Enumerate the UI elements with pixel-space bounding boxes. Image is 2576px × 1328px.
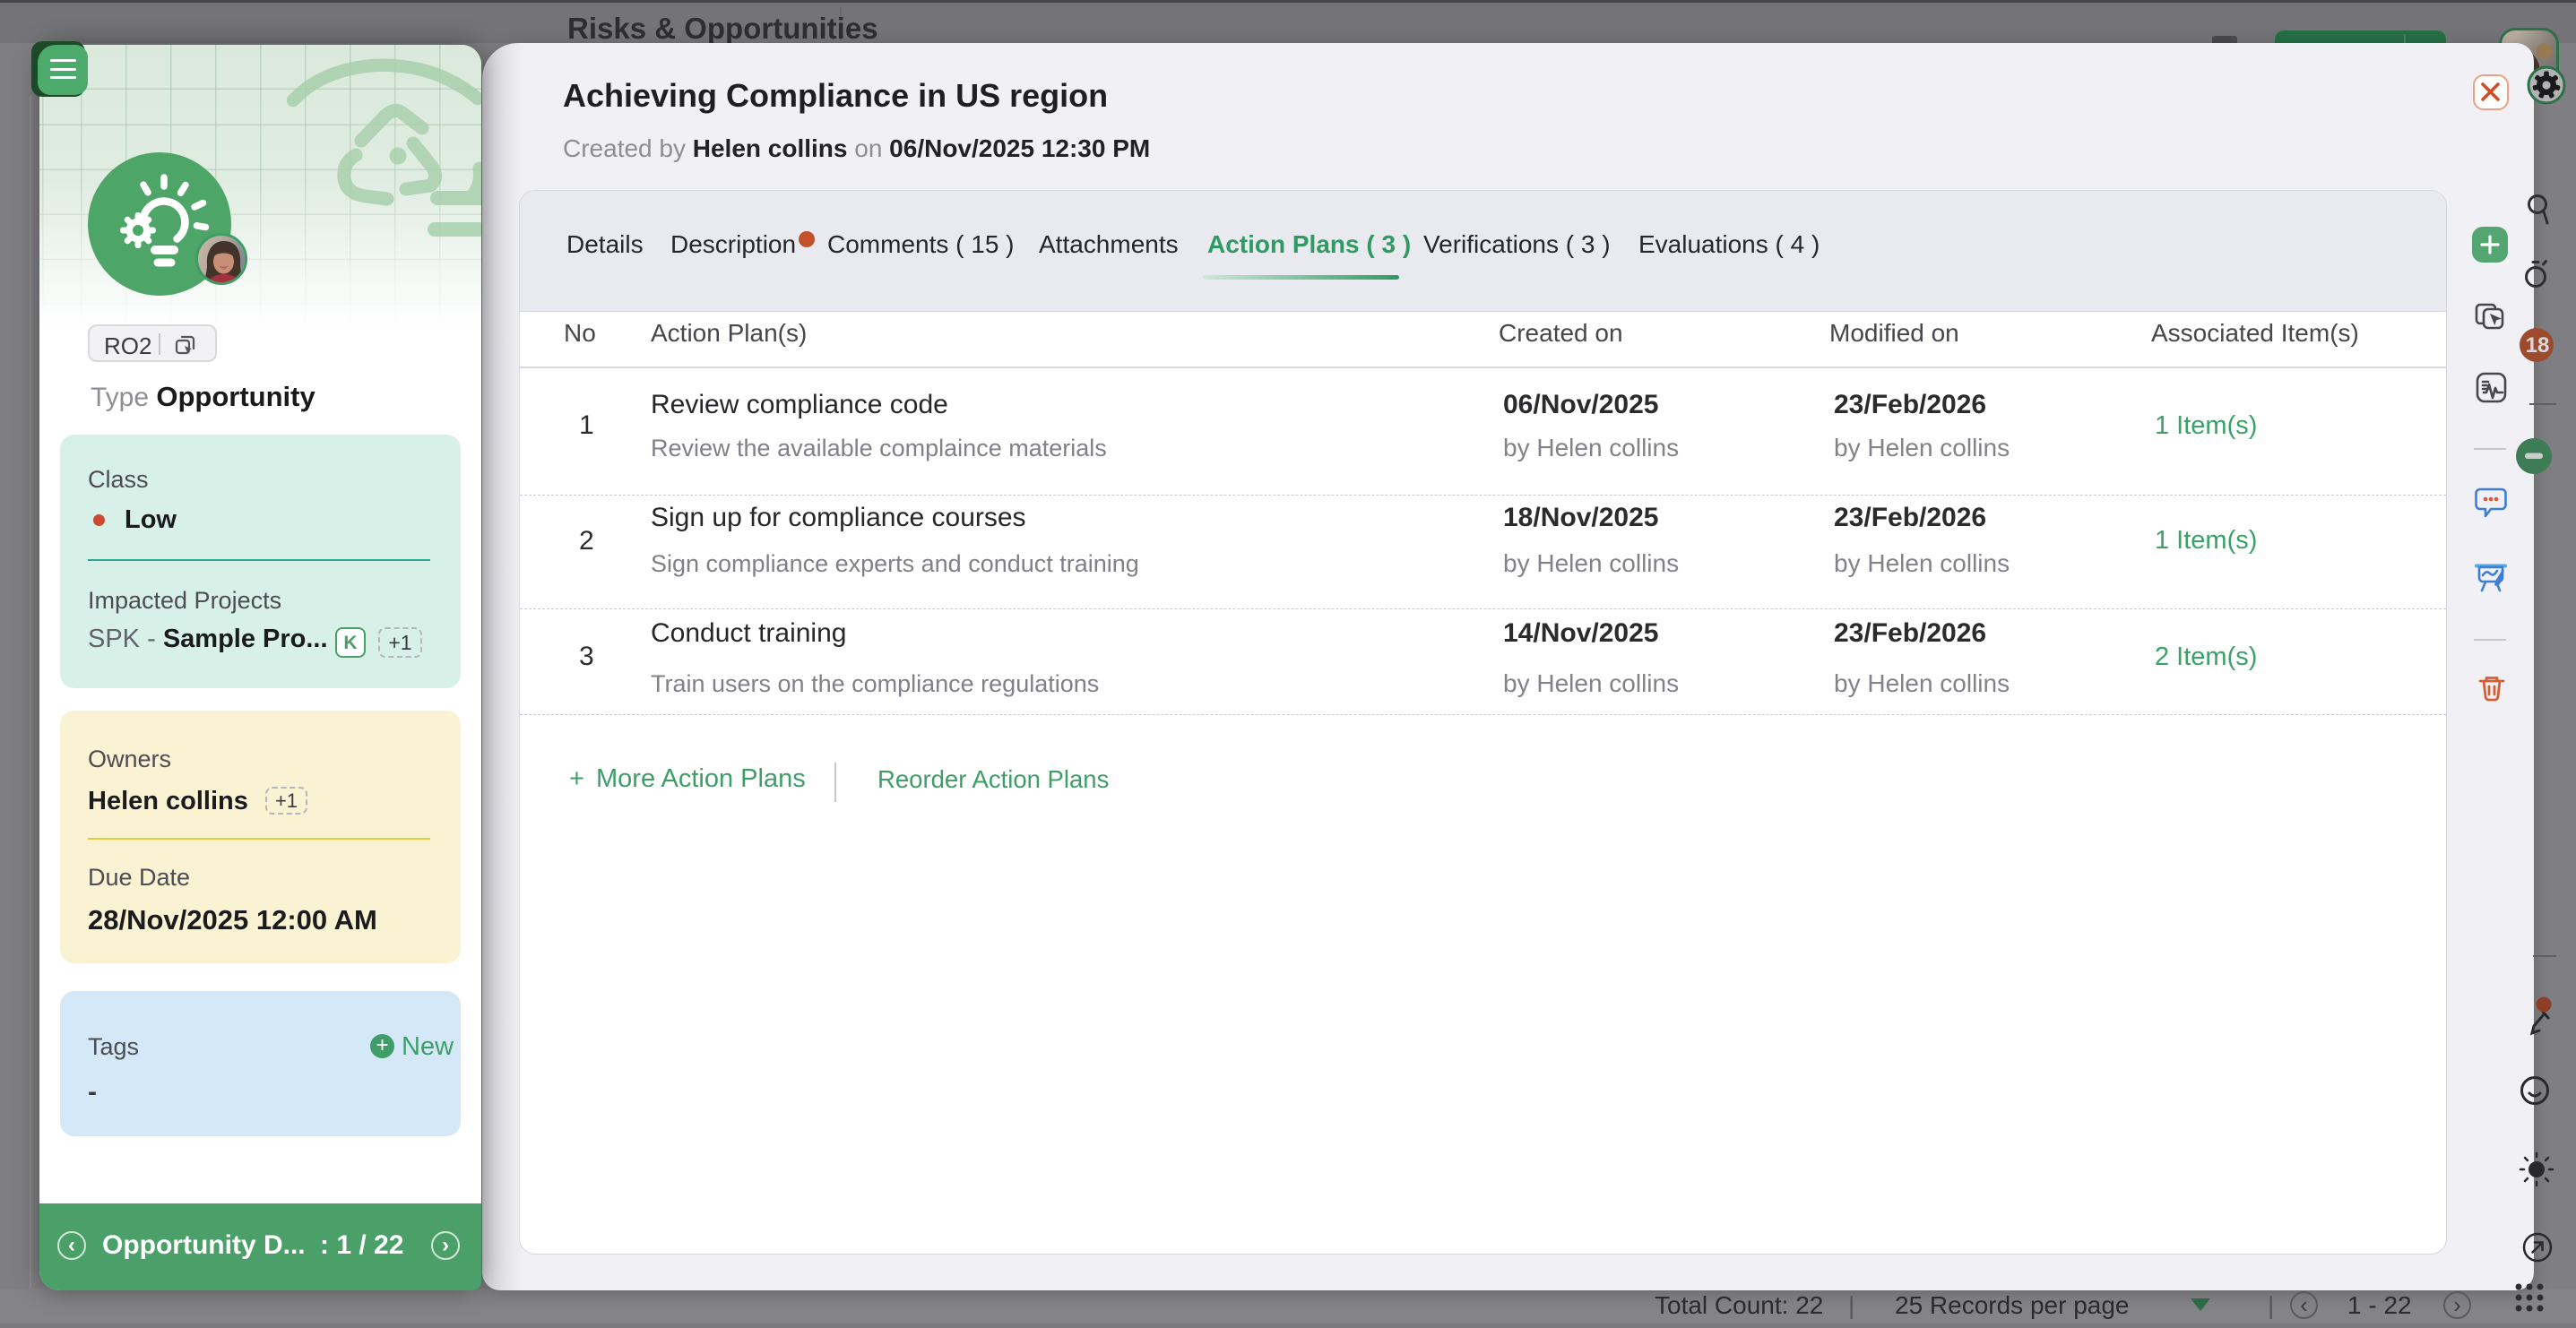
svg-text:18: 18 [2526, 333, 2550, 358]
